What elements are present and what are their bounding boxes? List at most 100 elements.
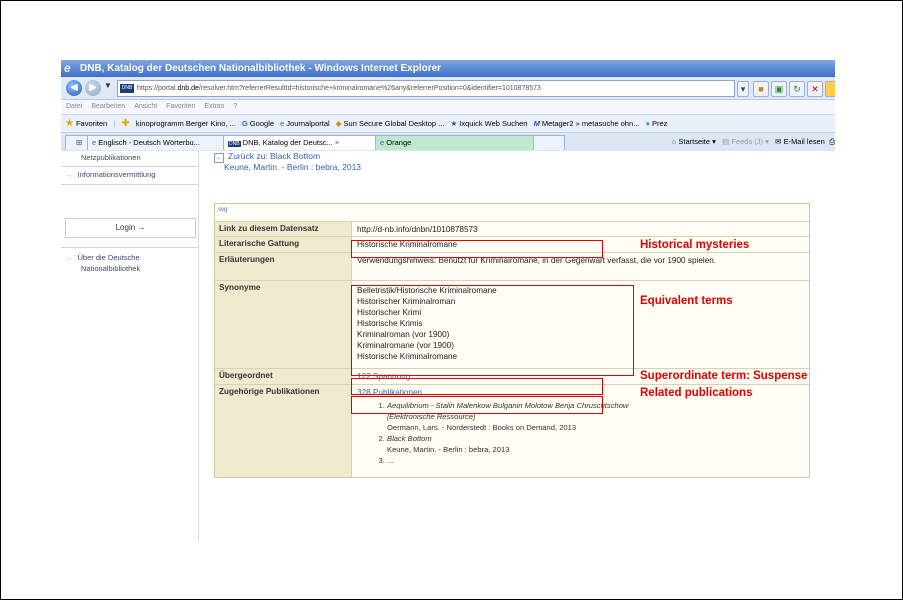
tab-label: Orange	[386, 138, 412, 147]
row-label: Literarische Gattung	[215, 237, 352, 252]
url-path: /resolver.htm?referrerResultId=historisc…	[198, 85, 541, 92]
search-provider-icon[interactable]	[825, 81, 835, 97]
title-bar: e DNB, Katalog der Deutschen Nationalbibl…	[61, 60, 835, 77]
list-item[interactable]: ...	[387, 455, 805, 466]
back-link-sub: Keune, Martin. - Berlin : bebra, 2013	[224, 162, 362, 172]
sidebar-item-about-line2[interactable]: Nationalbibliothek	[81, 264, 140, 273]
stop-icon[interactable]: ✕	[807, 81, 823, 97]
feeds-button[interactable]: Feeds (J)	[731, 137, 763, 146]
ixquick-star-icon: ★	[450, 119, 458, 128]
ie-page-icon: e	[380, 138, 385, 147]
menu-favoriten[interactable]: Favoriten	[166, 103, 195, 110]
tab-orange[interactable]: e Orange	[375, 135, 539, 150]
home-button[interactable]: Startseite	[678, 137, 710, 146]
add-favorite-icon[interactable]: ✚	[121, 118, 129, 129]
annotation-box-broader	[351, 378, 603, 395]
fav-item-google[interactable]: Google	[250, 119, 274, 128]
list-item[interactable]: Black Bottom Keune, Martin. - Berlin : be…	[387, 433, 805, 455]
feeds-icon[interactable]: ▤	[722, 137, 729, 146]
google-icon: G	[242, 119, 248, 128]
annotation-box-synonyms	[351, 285, 634, 376]
home-icon[interactable]: ⌂	[672, 137, 677, 146]
row-label: Erläuterungen	[215, 253, 352, 280]
prezi-icon: ●	[645, 119, 651, 128]
annotation-publications: Related publications	[640, 387, 753, 399]
sidebar-item-label: Über die Deutsche	[77, 253, 140, 262]
publication-title: Black Bottom	[387, 434, 432, 443]
login-button[interactable]: Login →	[65, 218, 196, 238]
compatibility-icon[interactable]: ▣	[771, 81, 787, 97]
fav-item-ixquick[interactable]: Ixquick Web Suchen	[459, 119, 527, 128]
tab-close-icon[interactable]: ×	[335, 138, 339, 147]
url-dropdown-icon[interactable]: ▾	[737, 81, 749, 97]
annotation-genre: Historical mysteries	[640, 239, 750, 251]
dnb-favicon-icon: DNB	[228, 141, 241, 147]
ie-page-icon: e	[92, 138, 97, 147]
tab-englisch-deutsch[interactable]: e Englisch - Deutsch Wörterbu...	[87, 135, 229, 150]
divider	[61, 247, 198, 248]
annotation-box-publications	[351, 396, 603, 414]
separator: |	[113, 119, 116, 128]
refresh-icon[interactable]: ↻	[789, 81, 805, 97]
url-domain: dnb.de	[177, 85, 199, 92]
divider	[61, 166, 198, 167]
menu-bar: Datei Bearbeiten Ansicht Favoriten Extras?	[61, 100, 835, 114]
row-label: Link zu diesem Datensatz	[215, 222, 352, 236]
permalink[interactable]: http://d-nb.info/dnbn/1010878573	[353, 222, 809, 237]
window-title: DNB, Katalog der Deutschen Nationalbibli…	[80, 63, 442, 74]
tab-dnb-katalog[interactable]: DNB DNB, Katalog der Deutsc... ×	[223, 135, 381, 150]
row-label: Zugehörige Publikationen	[215, 385, 352, 477]
publication-info: Keune, Martin. - Berlin : bebra, 2013	[387, 445, 510, 454]
fav-item-journalportal[interactable]: Journalportal	[286, 119, 329, 128]
url-prefix: https://portal.	[137, 85, 178, 92]
tab-label: DNB, Katalog der Deutsc...	[242, 138, 333, 147]
tab-label: Englisch - Deutsch Wörterbu...	[98, 138, 200, 147]
fav-item-sun[interactable]: Sun Secure Global Desktop ...	[344, 119, 445, 128]
history-dropdown-icon[interactable]: ▼	[104, 81, 112, 90]
record-header: svg	[215, 204, 809, 222]
sidebar-item-netzpublikationen[interactable]: Netzpublikationen	[81, 153, 141, 162]
new-tab-button[interactable]	[533, 135, 565, 150]
row-label: Übergeordnet	[215, 369, 352, 384]
ie-logo-icon: e	[64, 61, 71, 75]
sidebar: Netzpublikationen → Informationsvermittlu…	[61, 151, 199, 540]
publication-title: ...	[387, 456, 394, 465]
print-icon[interactable]: ⎙	[829, 137, 835, 146]
menu-help[interactable]: ?	[233, 103, 237, 110]
back-link-label: Zurück zu: Black Bottom	[228, 151, 321, 161]
favorites-button[interactable]: Favoriten	[76, 119, 107, 128]
back-arrow-icon: ←	[214, 153, 224, 163]
fav-item-prez[interactable]: Prez	[652, 119, 667, 128]
dnb-favicon-icon: DNB	[120, 83, 134, 93]
publication-info: Oermann, Lars. - Norderstedt : Books on …	[387, 423, 577, 432]
mail-icon[interactable]: ✉	[775, 137, 781, 146]
fav-item-metager[interactable]: Metager2 » metasuche ohn...	[542, 119, 640, 128]
arrow-icon: →	[65, 170, 73, 179]
favorites-star-icon[interactable]: ★	[65, 118, 74, 129]
ie-page-icon: e	[280, 119, 285, 128]
annotation-synonyms: Equivalent terms	[640, 295, 733, 307]
fav-item-kino[interactable]: kinoprogramm Berger Kino, ...	[136, 119, 236, 128]
menu-extras[interactable]: Extras	[204, 103, 224, 110]
row-link: Link zu diesem Datensatz http://d-nb.inf…	[215, 222, 809, 237]
favorites-bar: ★ Favoriten | ✚ kinoprogramm Berger Kino,…	[61, 114, 835, 133]
menu-bearbeiten[interactable]: Bearbeiten	[91, 103, 125, 110]
address-bar: ◀ ▶ ▼ DNB https://portal.dnb.de/resolver.…	[61, 77, 835, 100]
sidebar-item-about[interactable]: → Über die Deutsche	[65, 253, 140, 262]
url-field[interactable]: DNB https://portal.dnb.de/resolver.htm?re…	[117, 80, 735, 97]
sun-icon: ◆	[335, 119, 342, 128]
visualisation-icon[interactable]: svg	[218, 207, 227, 213]
divider	[61, 184, 198, 185]
annotation-box-genre	[351, 240, 603, 258]
forward-button[interactable]: ▶	[85, 80, 101, 96]
row-label: Synonyme	[215, 281, 352, 368]
menu-ansicht[interactable]: Ansicht	[134, 103, 157, 110]
sidebar-item-label: Informationsvermittlung	[77, 170, 156, 179]
mail-button[interactable]: E-Mail lesen	[784, 137, 825, 146]
annotation-broader: Superordinate term: Suspense	[640, 370, 808, 382]
back-button[interactable]: ◀	[66, 80, 82, 96]
menu-datei[interactable]: Datei	[66, 103, 82, 110]
command-bar: ⌂ Startseite ▾ ▤ Feeds (J) ▾ ✉ E-Mail le…	[671, 137, 835, 146]
sidebar-item-informationsvermittlung[interactable]: → Informationsvermittlung	[65, 170, 155, 179]
lock-icon[interactable]: ■	[753, 81, 769, 97]
